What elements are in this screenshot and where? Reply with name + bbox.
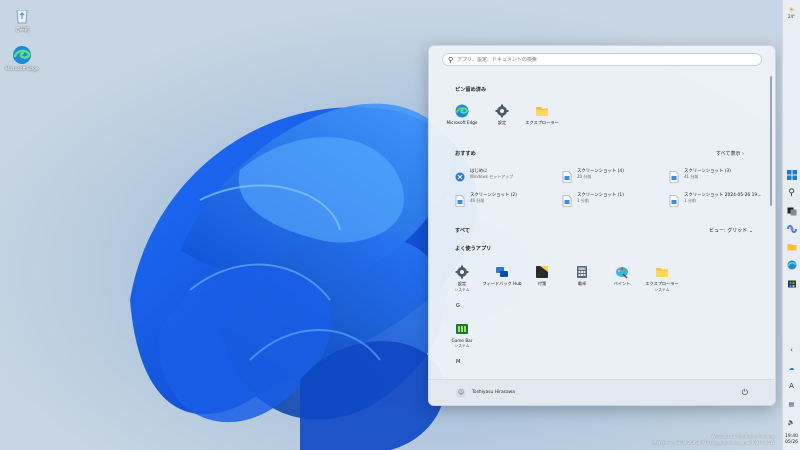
start-menu: ⚲ ピン留め済み Microsoft Edge 設定 エクスプローラー おすすめ… <box>428 45 776 406</box>
pinned-app-label: Microsoft Edge <box>446 120 478 125</box>
start-search-box[interactable]: ⚲ <box>442 53 762 66</box>
folder-icon <box>655 264 669 278</box>
volume-icon[interactable]: 🔈 <box>786 416 798 428</box>
frequent-app-label: 電卓 <box>577 281 587 286</box>
frequent-app-label: フィードバック Hub <box>482 281 522 286</box>
build-watermark: Windows 11 Pro Insider Preview 評価コピー。Bui… <box>652 434 775 446</box>
pinned-app-explorer[interactable]: エクスプローラー <box>522 103 562 126</box>
power-icon[interactable]: ⏻ <box>742 388 748 398</box>
frequent-app-feedback-hub[interactable]: フィードバック Hub <box>482 264 522 287</box>
edge-icon <box>455 103 469 118</box>
start-icon[interactable] <box>786 169 798 181</box>
frequent-app-sticky-notes[interactable]: 付箋 <box>522 264 562 287</box>
desktop-icon-recycle-bin[interactable]: ごみ箱 <box>0 5 44 33</box>
getting-started-icon <box>455 168 465 182</box>
copilot-icon[interactable] <box>786 223 798 235</box>
start-search-input[interactable] <box>457 56 748 63</box>
recommended-item-time: 1 分前 <box>577 198 589 203</box>
view-mode-label: ビュー: グリッド <box>709 228 748 234</box>
taskbar: ☀ 24° ⚲ ‹ ☁ A ▤ 🔈 19:40 05/26 <box>782 0 800 450</box>
recommended-section-title: おすすめ <box>455 151 476 157</box>
start-footer: ☺ Toshiyasu Hirasawa ⏻ <box>429 379 775 405</box>
recommended-item[interactable]: スクリーンショット (3) 41 分前 <box>669 168 769 183</box>
edge-icon <box>12 45 32 65</box>
folder-icon <box>535 103 549 117</box>
letter-header-m[interactable]: M <box>456 359 460 365</box>
search-icon[interactable]: ⚲ <box>786 187 798 199</box>
feedback-hub-icon <box>495 264 509 278</box>
recommended-item-time: Windows セットアップ <box>470 174 514 179</box>
start-scrollbar[interactable] <box>770 76 772 206</box>
clock[interactable]: 19:40 05/26 <box>785 434 798 446</box>
search-icon: ⚲ <box>448 55 454 64</box>
game-bar-icon <box>455 321 469 335</box>
app-sub: システム <box>454 343 470 348</box>
frequent-app-explorer[interactable]: エクスプローラー システム <box>642 264 682 293</box>
app-game-bar[interactable]: Game Bar システム <box>442 321 482 349</box>
recommended-item[interactable]: はじめに Windows セットアップ <box>455 168 555 182</box>
pinned-app-settings[interactable]: 設定 <box>482 103 522 126</box>
frequent-app-paint[interactable]: ペイント <box>602 264 642 287</box>
chevron-down-icon: ⌄ <box>748 228 754 234</box>
recommended-item[interactable]: スクリーンショット 2024-05-26 19... 1 分前 <box>669 192 769 207</box>
pinned-section-title: ピン留め済み <box>455 87 487 93</box>
frequent-app-label: ペイント <box>613 281 631 286</box>
recommended-item[interactable]: スクリーンショット (2) 46 分前 <box>455 192 555 207</box>
frequent-app-label: 付箋 <box>537 281 547 286</box>
desktop-icon-label: ごみ箱 <box>15 28 29 33</box>
store-icon[interactable] <box>786 277 798 289</box>
recycle-bin-icon <box>12 5 32 25</box>
weather-widget[interactable]: ☀ 24° <box>786 5 798 19</box>
recommended-item[interactable]: スクリーンショット (1) 1 分前 <box>562 192 662 207</box>
chevron-left-icon[interactable]: ‹ <box>786 344 798 356</box>
image-file-icon <box>562 168 572 183</box>
file-explorer-icon[interactable] <box>786 241 798 253</box>
network-icon[interactable]: ▤ <box>786 398 798 410</box>
cloud-icon[interactable]: ☁ <box>786 362 798 374</box>
pinned-app-edge[interactable]: Microsoft Edge <box>442 103 482 125</box>
recommended-item-time: 46 分前 <box>470 198 485 203</box>
recommended-item-time: 41 分前 <box>684 174 699 179</box>
image-file-icon <box>669 168 679 183</box>
all-apps-section-title: すべて <box>455 228 470 234</box>
edge-icon[interactable] <box>786 259 798 271</box>
image-file-icon <box>669 192 679 207</box>
settings-gear-icon <box>455 264 469 279</box>
pinned-app-label: エクスプローラー <box>525 120 559 125</box>
pinned-app-label: 設定 <box>497 120 507 125</box>
ime-mode-icon[interactable]: A <box>786 380 798 392</box>
desktop-icon-label: Microsoft Edge <box>5 67 39 72</box>
frequent-app-settings[interactable]: 設定 システム <box>442 264 482 293</box>
weather-icon: ☀ <box>788 5 795 14</box>
paint-icon <box>615 264 629 279</box>
sticky-notes-icon <box>535 264 549 278</box>
desktop-icon-edge[interactable]: Microsoft Edge <box>0 45 44 72</box>
recommended-item-time: 20 分前 <box>577 174 592 179</box>
frequent-app-sub: システム <box>654 287 670 292</box>
calculator-icon <box>575 264 589 278</box>
clock-date: 05/26 <box>785 440 798 445</box>
settings-gear-icon <box>495 103 509 118</box>
letter-header-g[interactable]: G <box>456 303 460 309</box>
view-mode-dropdown[interactable]: ビュー: グリッド ⌄ <box>709 227 753 234</box>
frequent-app-sub: システム <box>454 287 470 292</box>
weather-temp: 24° <box>787 13 796 19</box>
chevron-right-icon: › <box>742 151 745 157</box>
task-view-icon[interactable] <box>786 205 798 217</box>
image-file-icon <box>455 192 465 207</box>
show-all-label: すべて表示 <box>716 151 741 157</box>
frequent-apps-title: よく使うアプリ <box>455 246 492 252</box>
user-avatar-icon[interactable]: ☺ <box>456 387 466 398</box>
image-file-icon <box>562 192 572 207</box>
show-all-button[interactable]: すべて表示 › <box>716 150 744 157</box>
recommended-item[interactable]: スクリーンショット (4) 20 分前 <box>562 168 662 183</box>
watermark-line2: 評価コピー。Build 26058.0467.ge_prerelease_rs.… <box>652 440 775 445</box>
frequent-app-calculator[interactable]: 電卓 <box>562 264 602 287</box>
recommended-item-time: 1 分前 <box>684 198 696 203</box>
user-name[interactable]: Toshiyasu Hirasawa <box>472 390 515 395</box>
